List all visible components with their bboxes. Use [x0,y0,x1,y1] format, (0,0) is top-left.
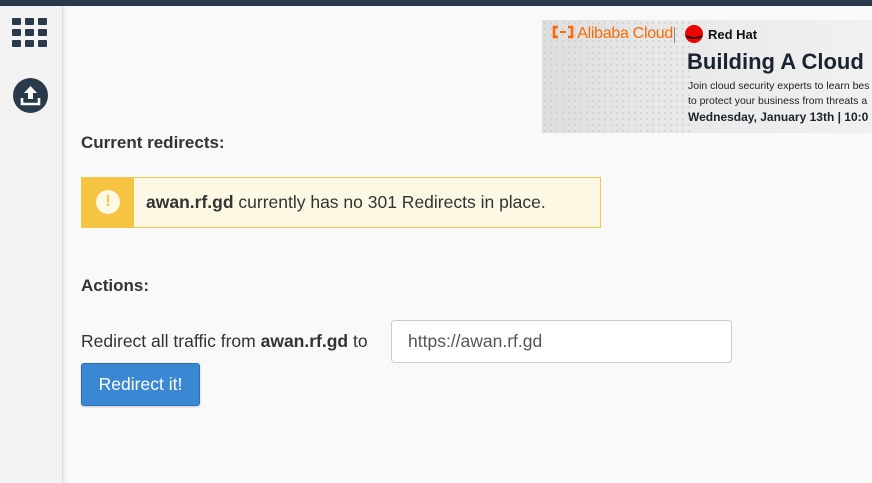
redirect-suffix: to [348,331,368,351]
red-hat-brand: Red Hat [708,27,758,42]
redirect-prefix: Redirect all traffic from [81,331,261,351]
top-bar [0,0,872,6]
alert-text: currently has no 301 Redirects in place. [233,192,546,212]
redirect-domain: awan.rf.gd [260,331,349,351]
apps-grid-icon[interactable] [12,18,48,48]
alert-message: awan.rf.gd currently has no 301 Redirect… [146,192,546,213]
redirect-it-button[interactable]: Redirect it! [81,363,200,406]
upload-icon[interactable] [13,78,48,113]
ad-title: Building A Cloud [687,49,864,74]
actions-heading: Actions: [81,276,149,295]
no-redirects-alert: ! awan.rf.gd currently has no 301 Redire… [81,177,601,228]
red-hat-logo-icon [685,25,703,43]
sidebar [0,6,63,483]
alibaba-cloud-logo: Alibaba Cloud [552,25,673,43]
redirect-url-input[interactable] [391,320,732,363]
alert-domain: awan.rf.gd [146,192,234,212]
advertisement-banner[interactable]: Alibaba Cloud Red Hat Building A Cloud J… [542,20,872,133]
exclamation-icon: ! [96,190,120,214]
ad-line-2: to protect your business from threats a [688,95,868,107]
ad-brand-separator [674,27,675,43]
ad-line-1: Join cloud security experts to learn bes [688,80,870,92]
ad-date: Wednesday, January 13th | 10:0 [688,110,869,124]
redirect-label: Redirect all traffic from awan.rf.gd to [81,331,368,352]
current-redirects-heading: Current redirects: [81,133,225,152]
alert-icon-panel: ! [82,178,134,227]
